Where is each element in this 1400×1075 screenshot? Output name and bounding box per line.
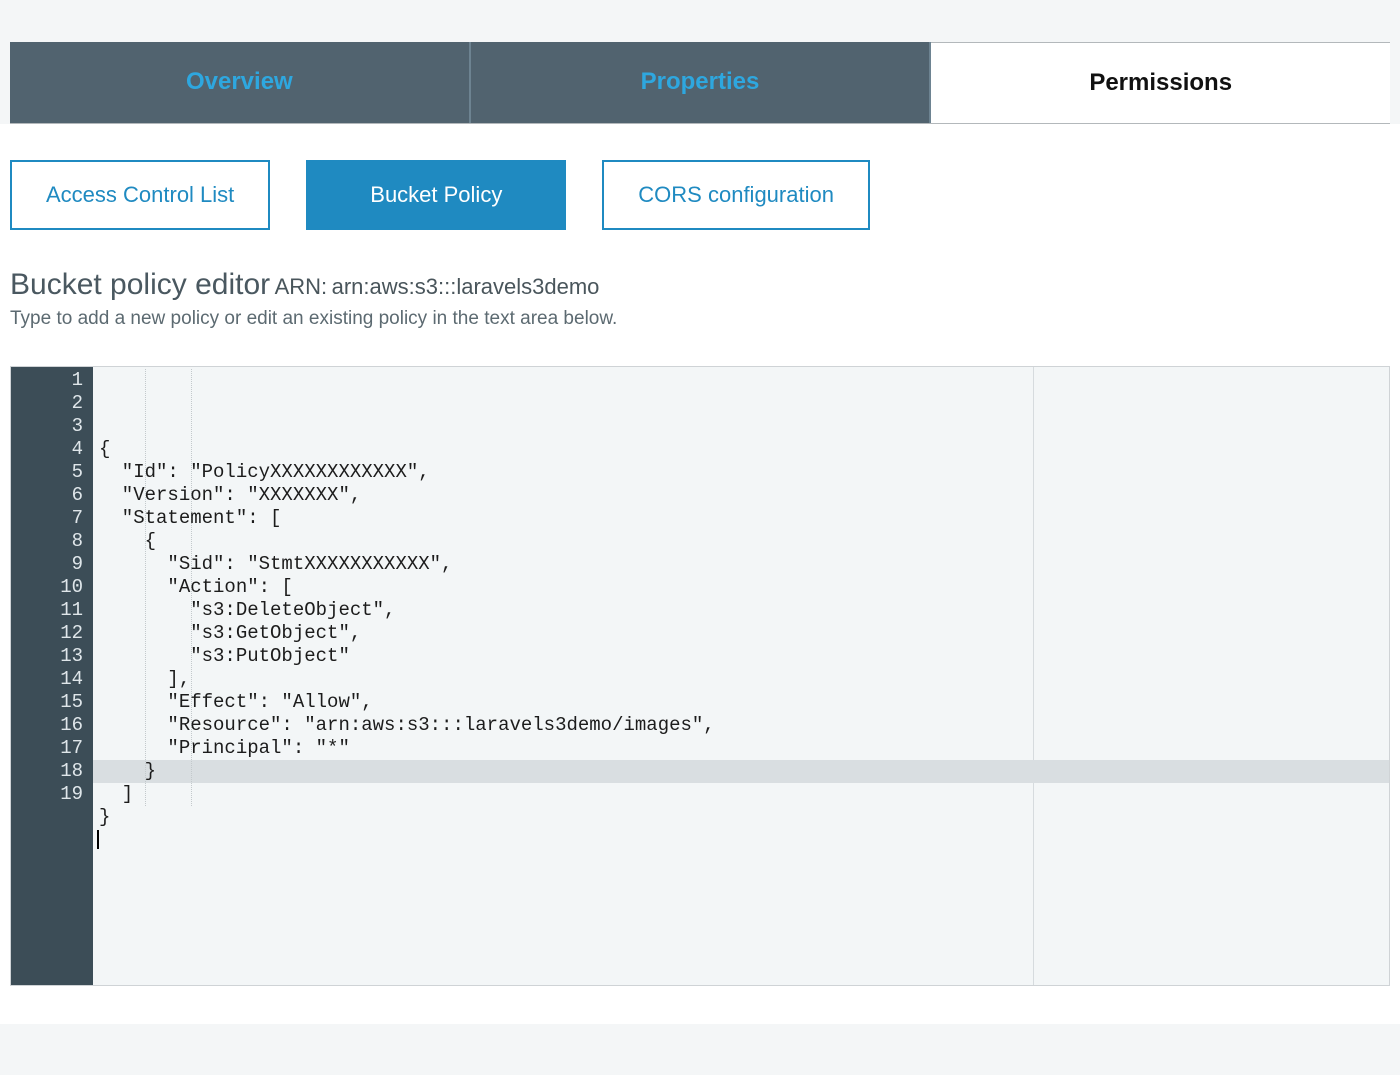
code-line[interactable]: } bbox=[99, 760, 1389, 783]
permissions-subtabs: Access Control List Bucket Policy CORS c… bbox=[10, 160, 1390, 230]
subtab-bucket-policy[interactable]: Bucket Policy bbox=[306, 160, 566, 230]
line-number: 8 bbox=[11, 530, 83, 553]
line-number: 2 bbox=[11, 392, 83, 415]
text-cursor bbox=[97, 830, 99, 849]
line-number: 4 bbox=[11, 438, 83, 461]
editor-subtitle: Type to add a new policy or edit an exis… bbox=[10, 308, 1390, 330]
line-number-gutter: 12345678910111213141516171819 bbox=[11, 367, 93, 985]
line-number: 19 bbox=[11, 783, 83, 806]
editor-title: Bucket policy editor bbox=[10, 268, 270, 301]
code-line[interactable]: "s3:GetObject", bbox=[99, 622, 1389, 645]
line-number: 11 bbox=[11, 599, 83, 622]
line-number: 13 bbox=[11, 645, 83, 668]
line-number: 5 bbox=[11, 461, 83, 484]
line-number: 16 bbox=[11, 714, 83, 737]
code-line[interactable]: "Statement": [ bbox=[99, 507, 1389, 530]
editor-header: Bucket policy editor ARN: arn:aws:s3:::l… bbox=[10, 268, 1390, 302]
tab-overview[interactable]: Overview bbox=[10, 42, 471, 123]
code-line[interactable]: "Id": "PolicyXXXXXXXXXXXX", bbox=[99, 461, 1389, 484]
code-area[interactable]: { "Id": "PolicyXXXXXXXXXXXX", "Version":… bbox=[93, 367, 1389, 985]
code-line[interactable]: "s3:PutObject" bbox=[99, 645, 1389, 668]
line-number: 3 bbox=[11, 415, 83, 438]
line-number: 15 bbox=[11, 691, 83, 714]
line-number: 7 bbox=[11, 507, 83, 530]
line-number: 12 bbox=[11, 622, 83, 645]
code-line[interactable]: } bbox=[99, 806, 1389, 829]
code-line[interactable]: "Sid": "StmtXXXXXXXXXXX", bbox=[99, 553, 1389, 576]
code-line[interactable]: { bbox=[99, 438, 1389, 461]
code-line[interactable] bbox=[99, 829, 1389, 852]
code-line[interactable] bbox=[99, 852, 1389, 875]
code-line[interactable]: "Effect": "Allow", bbox=[99, 691, 1389, 714]
code-line[interactable]: { bbox=[99, 530, 1389, 553]
permissions-panel: Access Control List Bucket Policy CORS c… bbox=[0, 124, 1400, 1024]
code-line[interactable]: "Resource": "arn:aws:s3:::laravels3demo/… bbox=[99, 714, 1389, 737]
arn-label: ARN: bbox=[275, 274, 328, 299]
code-line[interactable]: "Principal": "*" bbox=[99, 737, 1389, 760]
subtab-cors[interactable]: CORS configuration bbox=[602, 160, 870, 230]
code-line[interactable]: "Action": [ bbox=[99, 576, 1389, 599]
arn-value: arn:aws:s3:::laravels3demo bbox=[332, 274, 600, 299]
policy-code-editor[interactable]: 12345678910111213141516171819 { "Id": "P… bbox=[10, 366, 1390, 986]
line-number: 1 bbox=[11, 369, 83, 392]
code-line[interactable]: "s3:DeleteObject", bbox=[99, 599, 1389, 622]
line-number: 6 bbox=[11, 484, 83, 507]
code-line[interactable]: ], bbox=[99, 668, 1389, 691]
code-line[interactable]: "Version": "XXXXXXX", bbox=[99, 484, 1389, 507]
line-number: 10 bbox=[11, 576, 83, 599]
tab-permissions[interactable]: Permissions bbox=[931, 42, 1390, 123]
tab-properties[interactable]: Properties bbox=[471, 42, 932, 123]
line-number: 9 bbox=[11, 553, 83, 576]
subtab-acl[interactable]: Access Control List bbox=[10, 160, 270, 230]
line-number: 18 bbox=[11, 760, 83, 783]
line-number: 17 bbox=[11, 737, 83, 760]
code-line[interactable]: ] bbox=[99, 783, 1389, 806]
line-number: 14 bbox=[11, 668, 83, 691]
main-tabs: Overview Properties Permissions bbox=[10, 42, 1390, 124]
